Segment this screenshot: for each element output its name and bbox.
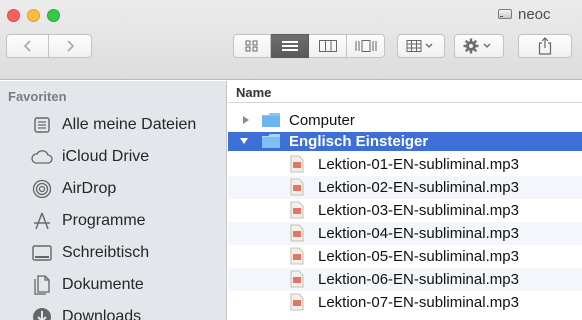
column-view-button[interactable] [309, 34, 347, 58]
file-row-label: Lektion-05-EN-subliminal.mp3 [318, 248, 519, 265]
folder-icon [262, 134, 280, 148]
share-icon [538, 37, 552, 55]
sidebar-item-downloads[interactable]: Downloads [0, 303, 226, 320]
file-row-label: Lektion-03-EN-subliminal.mp3 [318, 202, 519, 219]
mp3-file-icon [290, 201, 304, 219]
sidebar-item-label: Schreibtisch [62, 244, 150, 261]
sidebar-item-label: AirDrop [62, 180, 117, 197]
sidebar-item-programme[interactable]: Programme [0, 207, 226, 235]
file-row-lektion-03[interactable]: Lektion-03-EN-subliminal.mp3 [228, 199, 582, 222]
file-row-label: Lektion-02-EN-subliminal.mp3 [318, 179, 519, 196]
sidebar-item-label: Alle meine Dateien [62, 116, 197, 133]
cloud-icon [31, 147, 53, 167]
icon-view-button[interactable] [233, 34, 271, 58]
sidebar-heading: Favoriten [8, 89, 67, 104]
file-row-computer[interactable]: Computer [228, 109, 582, 132]
mp3-file-icon [290, 293, 304, 311]
mp3-file-icon [290, 224, 304, 242]
desktop-icon [31, 243, 53, 263]
documents-icon [31, 275, 53, 295]
column-header-name[interactable]: Name [228, 81, 582, 103]
file-row-lektion-02[interactable]: Lektion-02-EN-subliminal.mp3 [228, 176, 582, 199]
airdrop-icon [31, 179, 53, 199]
coverflow-view-icon [355, 40, 376, 52]
mp3-file-icon [290, 270, 304, 288]
sidebar: Favoriten Alle meine Dateien iCloud Driv… [0, 81, 227, 320]
mp3-file-icon [290, 155, 304, 173]
sidebar-item-label: iCloud Drive [62, 148, 150, 165]
forward-button[interactable] [49, 34, 92, 58]
arrange-button[interactable] [397, 34, 445, 58]
column-view-icon [318, 40, 337, 52]
file-row-label: Lektion-01-EN-subliminal.mp3 [318, 156, 519, 173]
folder-icon [262, 113, 280, 127]
sidebar-item-label: Programme [62, 212, 146, 229]
sidebar-item-schreibtisch[interactable]: Schreibtisch [0, 239, 226, 267]
file-list: Name Computer Englisch Einsteiger Lektio… [228, 81, 582, 320]
file-row-label: Computer [289, 112, 355, 129]
applications-icon [31, 211, 53, 231]
sidebar-item-label: Downloads [62, 308, 142, 320]
file-row-lektion-06[interactable]: Lektion-06-EN-subliminal.mp3 [228, 268, 582, 291]
all-files-icon [31, 115, 53, 135]
file-row-label: Lektion-04-EN-subliminal.mp3 [318, 225, 519, 242]
coverflow-view-button[interactable] [347, 34, 385, 58]
view-mode-selector [233, 34, 385, 58]
file-row-lektion-01[interactable]: Lektion-01-EN-subliminal.mp3 [228, 153, 582, 176]
close-window-button[interactable] [7, 9, 20, 22]
hard-drive-icon [497, 7, 513, 21]
sidebar-item-all-files[interactable]: Alle meine Dateien [0, 111, 226, 139]
disclosure-triangle-collapsed-icon[interactable] [241, 115, 251, 125]
disclosure-triangle-expanded-icon[interactable] [239, 136, 249, 146]
chevron-left-icon [23, 40, 31, 52]
mp3-file-icon [290, 178, 304, 196]
minimize-window-button[interactable] [27, 9, 40, 22]
file-row-lektion-07[interactable]: Lektion-07-EN-subliminal.mp3 [228, 291, 582, 314]
file-row-lektion-04[interactable]: Lektion-04-EN-subliminal.mp3 [228, 222, 582, 245]
file-row-lektion-05[interactable]: Lektion-05-EN-subliminal.mp3 [228, 245, 582, 268]
downloads-icon [31, 307, 53, 320]
mp3-file-icon [290, 247, 304, 265]
sidebar-item-label: Dokumente [62, 276, 144, 293]
back-button[interactable] [6, 34, 49, 58]
chevron-right-icon [67, 40, 75, 52]
gear-icon [463, 38, 491, 54]
sidebar-item-dokumente[interactable]: Dokumente [0, 271, 226, 299]
window-toolbar: neoc [0, 0, 582, 80]
file-row-label: Lektion-06-EN-subliminal.mp3 [318, 271, 519, 288]
file-row-label: Lektion-07-EN-subliminal.mp3 [318, 294, 519, 311]
column-name-label: Name [236, 85, 272, 100]
window-title: neoc [497, 4, 551, 24]
sidebar-item-airdrop[interactable]: AirDrop [0, 175, 226, 203]
list-view-button[interactable] [271, 34, 309, 58]
share-button[interactable] [518, 34, 572, 58]
action-menu-button[interactable] [454, 34, 504, 58]
zoom-window-button[interactable] [47, 9, 60, 22]
window-title-text: neoc [518, 5, 551, 23]
file-row-label: Englisch Einsteiger [289, 133, 429, 150]
arrange-grid-icon [406, 40, 433, 52]
navigation-buttons [6, 34, 92, 58]
list-view-icon [281, 41, 298, 51]
file-row-englisch-einsteiger[interactable]: Englisch Einsteiger [228, 132, 582, 151]
icon-view-icon [245, 40, 258, 52]
sidebar-item-icloud-drive[interactable]: iCloud Drive [0, 143, 226, 171]
